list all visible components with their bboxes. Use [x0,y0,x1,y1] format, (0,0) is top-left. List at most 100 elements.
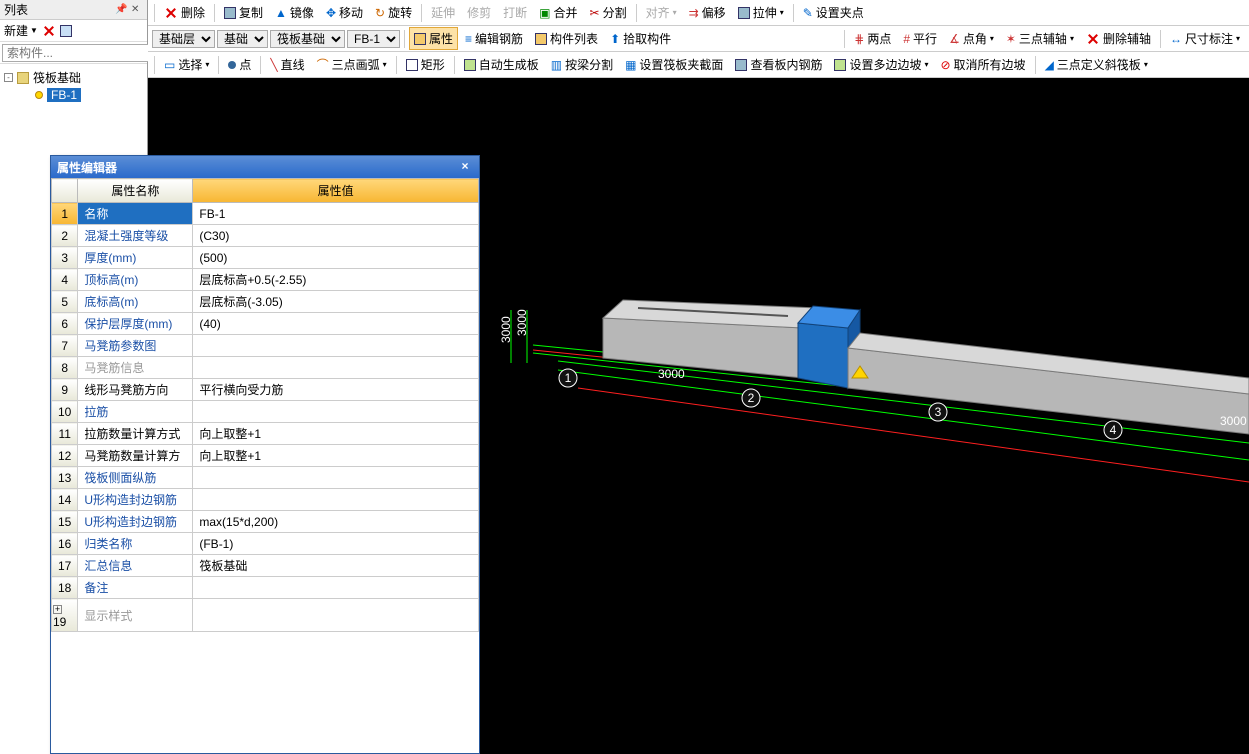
property-value[interactable] [193,489,479,511]
property-value[interactable]: (500) [193,247,479,269]
property-value[interactable]: 层底标高(-3.05) [193,291,479,313]
expander-icon[interactable]: + [53,605,62,614]
set-clip-button[interactable]: ✎设置夹点 [798,1,869,24]
value-col-header[interactable]: 属性值 [193,179,479,203]
table-row[interactable]: 11拉筋数量计算方式向上取整+1 [52,423,479,445]
table-row[interactable]: +19显示样式 [52,599,479,632]
property-value[interactable] [193,577,479,599]
property-editor-title-bar[interactable]: 属性编辑器 × [51,156,479,178]
table-row[interactable]: 3厚度(mm)(500) [52,247,479,269]
edit-rebar-button[interactable]: ≡编辑钢筋 [460,27,528,50]
properties-button[interactable]: 属性 [409,27,458,50]
view-rebar-button[interactable]: 查看板内钢筋 [730,53,827,76]
property-value[interactable]: 向上取整+1 [193,445,479,467]
property-value[interactable] [193,335,479,357]
table-row[interactable]: 12马凳筋数量计算方向上取整+1 [52,445,479,467]
pick-component-button[interactable]: ⬆拾取构件 [605,27,676,50]
auto-plate-button[interactable]: 自动生成板 [459,53,544,76]
angle-button[interactable]: ∡点角▾ [944,27,999,50]
expander-icon[interactable]: - [4,73,13,82]
table-row[interactable]: 6保护层厚度(mm)(40) [52,313,479,335]
table-row[interactable]: 14U形构造封边钢筋 [52,489,479,511]
cancel-slope-button[interactable]: ⊘取消所有边坡 [935,53,1030,76]
property-value[interactable]: 向上取整+1 [193,423,479,445]
name-col-header[interactable]: 属性名称 [78,179,193,203]
property-value[interactable]: 平行横向受力筋 [193,379,479,401]
three-point-slope-button[interactable]: ◢三点定义斜筏板▾ [1040,53,1153,76]
table-row[interactable]: 16归类名称(FB-1) [52,533,479,555]
close-icon[interactable]: ✕ [131,4,143,16]
table-row[interactable]: 15U形构造封边钢筋max(15*d,200) [52,511,479,533]
table-row[interactable]: 1名称FB-1 [52,203,479,225]
table-row[interactable]: 5底标高(m)层底标高(-3.05) [52,291,479,313]
slope-icon [834,59,846,71]
delete-aux-button[interactable]: 删除辅轴 [1081,27,1156,50]
property-value[interactable]: FB-1 [193,203,479,225]
property-value[interactable]: 层底标高+0.5(-2.55) [193,269,479,291]
property-value[interactable]: (FB-1) [193,533,479,555]
table-row[interactable]: 18备注 [52,577,479,599]
pane-toolbar: 新建 ▼ [0,20,147,42]
table-row[interactable]: 17汇总信息筏板基础 [52,555,479,577]
arc-button[interactable]: ⌒三点画弧▾ [312,53,392,76]
rotate-button[interactable]: ↻旋转 [370,1,417,24]
delete-icon[interactable] [42,24,56,38]
pin-icon[interactable]: 📌 [115,4,127,16]
line-button[interactable]: ╲直线 [265,53,309,76]
property-value[interactable] [193,357,479,379]
new-button[interactable]: 新建 ▼ [4,22,38,39]
delete-button[interactable]: 删除 [159,1,210,24]
merge-button[interactable]: ▣合并 [534,1,582,24]
category-combo[interactable]: 基础 [217,30,268,48]
tree-child-item[interactable]: FB-1 [4,87,143,103]
dimension-button[interactable]: ↔尺寸标注▾ [1165,27,1245,50]
rect-button[interactable]: 矩形 [401,53,450,76]
break-button: 打断 [498,1,532,24]
property-value[interactable] [193,467,479,489]
offset-button[interactable]: ⇉偏移 [684,1,731,24]
property-editor-panel[interactable]: 属性编辑器 × 属性名称 属性值 1名称FB-12混凝土强度等级(C30)3厚度… [50,155,480,754]
table-row[interactable]: 9线形马凳筋方向平行横向受力筋 [52,379,479,401]
split-beam-button[interactable]: ▥按梁分割 [546,53,618,76]
list-icon [535,33,547,45]
move-button[interactable]: ✥移动 [321,1,368,24]
three-point-aux-button[interactable]: ✶三点辅轴▾ [1001,27,1079,50]
row-number: 8 [52,357,78,379]
row-number: 17 [52,555,78,577]
stretch-button[interactable]: 拉伸▾ [733,1,789,24]
clip-section-button[interactable]: ▦设置筏板夹截面 [620,53,728,76]
split-button[interactable]: ✂分割 [585,1,632,24]
table-row[interactable]: 4顶标高(m)层底标高+0.5(-2.55) [52,269,479,291]
table-row[interactable]: 13筏板侧面纵筋 [52,467,479,489]
row-number: 13 [52,467,78,489]
table-row[interactable]: 7马凳筋参数图 [52,335,479,357]
property-value[interactable]: 筏板基础 [193,555,479,577]
property-value[interactable]: max(15*d,200) [193,511,479,533]
point-button[interactable]: 点 [223,53,256,76]
copy-button[interactable]: 复制 [219,1,268,24]
property-value[interactable]: (C30) [193,225,479,247]
table-row[interactable]: 2混凝土强度等级(C30) [52,225,479,247]
multi-slope-button[interactable]: 设置多边边坡▾ [829,53,933,76]
property-value[interactable]: (40) [193,313,479,335]
tree-root-item[interactable]: - 筏板基础 [4,68,143,87]
property-name: 备注 [78,577,193,599]
parallel-button[interactable]: #平行 [898,27,942,50]
table-row[interactable]: 10拉筋 [52,401,479,423]
property-value[interactable] [193,401,479,423]
table-row[interactable]: 8马凳筋信息 [52,357,479,379]
row-number: 9 [52,379,78,401]
property-name: 保护层厚度(mm) [78,313,193,335]
layer-combo[interactable]: 基础层 [152,30,215,48]
mirror-button[interactable]: ▲镜像 [270,1,319,24]
component-list-button[interactable]: 构件列表 [530,27,603,50]
row-number: 4 [52,269,78,291]
search-input[interactable] [2,44,167,62]
copy-icon[interactable] [60,25,72,37]
type-combo[interactable]: 筏板基础 [270,30,345,48]
property-value[interactable] [193,599,479,632]
close-icon[interactable]: × [457,159,473,175]
select-button[interactable]: ▭选择▾ [159,53,214,76]
two-point-button[interactable]: ⋕两点 [849,27,896,50]
name-combo[interactable]: FB-1 [347,30,400,48]
